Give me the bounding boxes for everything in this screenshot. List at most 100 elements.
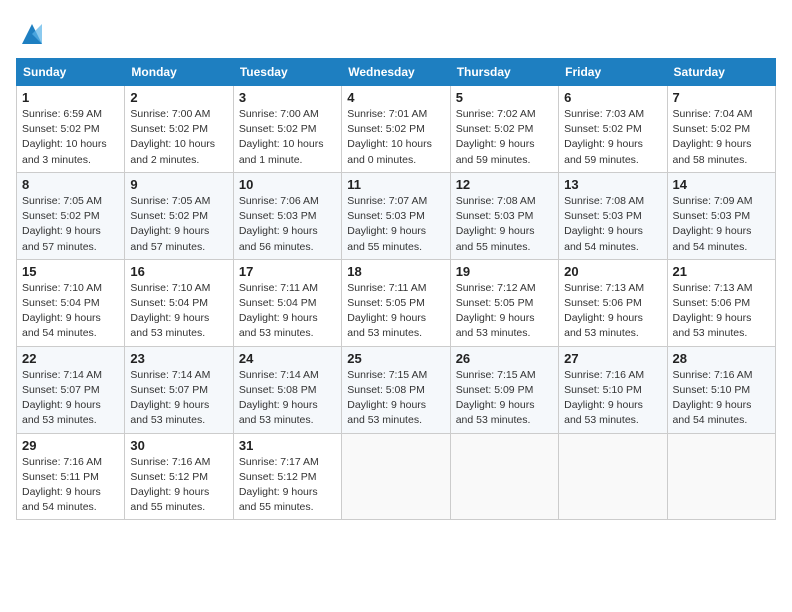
calendar-cell: 12 Sunrise: 7:08 AMSunset: 5:03 PMDaylig… xyxy=(450,172,558,259)
day-detail: Sunrise: 7:15 AMSunset: 5:09 PMDaylight:… xyxy=(456,369,536,427)
calendar-cell: 16 Sunrise: 7:10 AMSunset: 5:04 PMDaylig… xyxy=(125,259,233,346)
calendar-cell: 29 Sunrise: 7:16 AMSunset: 5:11 PMDaylig… xyxy=(17,433,125,520)
day-detail: Sunrise: 7:05 AMSunset: 5:02 PMDaylight:… xyxy=(22,195,102,253)
calendar-cell: 6 Sunrise: 7:03 AMSunset: 5:02 PMDayligh… xyxy=(559,86,667,173)
day-number: 7 xyxy=(673,90,770,105)
calendar-cell xyxy=(559,433,667,520)
day-number: 25 xyxy=(347,351,444,366)
day-number: 4 xyxy=(347,90,444,105)
day-number: 31 xyxy=(239,438,336,453)
day-detail: Sunrise: 7:13 AMSunset: 5:06 PMDaylight:… xyxy=(673,282,753,340)
calendar-cell xyxy=(667,433,775,520)
day-detail: Sunrise: 7:16 AMSunset: 5:10 PMDaylight:… xyxy=(673,369,753,427)
day-detail: Sunrise: 7:10 AMSunset: 5:04 PMDaylight:… xyxy=(130,282,210,340)
day-number: 30 xyxy=(130,438,227,453)
calendar-cell: 8 Sunrise: 7:05 AMSunset: 5:02 PMDayligh… xyxy=(17,172,125,259)
calendar-week-3: 15 Sunrise: 7:10 AMSunset: 5:04 PMDaylig… xyxy=(17,259,776,346)
calendar-cell xyxy=(450,433,558,520)
calendar-week-4: 22 Sunrise: 7:14 AMSunset: 5:07 PMDaylig… xyxy=(17,346,776,433)
day-detail: Sunrise: 7:16 AMSunset: 5:10 PMDaylight:… xyxy=(564,369,644,427)
day-number: 21 xyxy=(673,264,770,279)
calendar-cell: 14 Sunrise: 7:09 AMSunset: 5:03 PMDaylig… xyxy=(667,172,775,259)
day-detail: Sunrise: 6:59 AMSunset: 5:02 PMDaylight:… xyxy=(22,108,107,166)
day-detail: Sunrise: 7:14 AMSunset: 5:08 PMDaylight:… xyxy=(239,369,319,427)
calendar-cell: 1 Sunrise: 6:59 AMSunset: 5:02 PMDayligh… xyxy=(17,86,125,173)
calendar-header-monday: Monday xyxy=(125,59,233,86)
day-detail: Sunrise: 7:13 AMSunset: 5:06 PMDaylight:… xyxy=(564,282,644,340)
calendar-cell: 27 Sunrise: 7:16 AMSunset: 5:10 PMDaylig… xyxy=(559,346,667,433)
calendar-cell: 21 Sunrise: 7:13 AMSunset: 5:06 PMDaylig… xyxy=(667,259,775,346)
day-number: 2 xyxy=(130,90,227,105)
day-number: 27 xyxy=(564,351,661,366)
calendar-cell: 22 Sunrise: 7:14 AMSunset: 5:07 PMDaylig… xyxy=(17,346,125,433)
day-number: 13 xyxy=(564,177,661,192)
calendar-cell: 30 Sunrise: 7:16 AMSunset: 5:12 PMDaylig… xyxy=(125,433,233,520)
day-detail: Sunrise: 7:00 AMSunset: 5:02 PMDaylight:… xyxy=(130,108,215,166)
calendar-cell: 18 Sunrise: 7:11 AMSunset: 5:05 PMDaylig… xyxy=(342,259,450,346)
day-detail: Sunrise: 7:05 AMSunset: 5:02 PMDaylight:… xyxy=(130,195,210,253)
day-detail: Sunrise: 7:09 AMSunset: 5:03 PMDaylight:… xyxy=(673,195,753,253)
calendar-cell: 4 Sunrise: 7:01 AMSunset: 5:02 PMDayligh… xyxy=(342,86,450,173)
day-detail: Sunrise: 7:02 AMSunset: 5:02 PMDaylight:… xyxy=(456,108,536,166)
day-number: 10 xyxy=(239,177,336,192)
day-number: 23 xyxy=(130,351,227,366)
calendar-header-row: SundayMondayTuesdayWednesdayThursdayFrid… xyxy=(17,59,776,86)
day-number: 26 xyxy=(456,351,553,366)
day-detail: Sunrise: 7:08 AMSunset: 5:03 PMDaylight:… xyxy=(456,195,536,253)
day-detail: Sunrise: 7:08 AMSunset: 5:03 PMDaylight:… xyxy=(564,195,644,253)
calendar-header-saturday: Saturday xyxy=(667,59,775,86)
calendar-cell: 19 Sunrise: 7:12 AMSunset: 5:05 PMDaylig… xyxy=(450,259,558,346)
calendar-cell: 31 Sunrise: 7:17 AMSunset: 5:12 PMDaylig… xyxy=(233,433,341,520)
calendar-week-2: 8 Sunrise: 7:05 AMSunset: 5:02 PMDayligh… xyxy=(17,172,776,259)
calendar-week-1: 1 Sunrise: 6:59 AMSunset: 5:02 PMDayligh… xyxy=(17,86,776,173)
calendar-header-friday: Friday xyxy=(559,59,667,86)
calendar-cell: 28 Sunrise: 7:16 AMSunset: 5:10 PMDaylig… xyxy=(667,346,775,433)
day-number: 15 xyxy=(22,264,119,279)
day-number: 9 xyxy=(130,177,227,192)
day-number: 3 xyxy=(239,90,336,105)
day-number: 6 xyxy=(564,90,661,105)
calendar-cell: 26 Sunrise: 7:15 AMSunset: 5:09 PMDaylig… xyxy=(450,346,558,433)
calendar-cell: 11 Sunrise: 7:07 AMSunset: 5:03 PMDaylig… xyxy=(342,172,450,259)
day-number: 29 xyxy=(22,438,119,453)
logo xyxy=(16,20,46,48)
day-detail: Sunrise: 7:12 AMSunset: 5:05 PMDaylight:… xyxy=(456,282,536,340)
day-detail: Sunrise: 7:14 AMSunset: 5:07 PMDaylight:… xyxy=(130,369,210,427)
day-detail: Sunrise: 7:11 AMSunset: 5:04 PMDaylight:… xyxy=(239,282,318,340)
day-detail: Sunrise: 7:17 AMSunset: 5:12 PMDaylight:… xyxy=(239,456,319,514)
day-number: 11 xyxy=(347,177,444,192)
calendar-cell: 9 Sunrise: 7:05 AMSunset: 5:02 PMDayligh… xyxy=(125,172,233,259)
day-detail: Sunrise: 7:10 AMSunset: 5:04 PMDaylight:… xyxy=(22,282,102,340)
calendar-cell xyxy=(342,433,450,520)
calendar-cell: 20 Sunrise: 7:13 AMSunset: 5:06 PMDaylig… xyxy=(559,259,667,346)
calendar-cell: 15 Sunrise: 7:10 AMSunset: 5:04 PMDaylig… xyxy=(17,259,125,346)
day-detail: Sunrise: 7:16 AMSunset: 5:12 PMDaylight:… xyxy=(130,456,210,514)
day-detail: Sunrise: 7:14 AMSunset: 5:07 PMDaylight:… xyxy=(22,369,102,427)
calendar-cell: 2 Sunrise: 7:00 AMSunset: 5:02 PMDayligh… xyxy=(125,86,233,173)
day-detail: Sunrise: 7:01 AMSunset: 5:02 PMDaylight:… xyxy=(347,108,432,166)
day-number: 16 xyxy=(130,264,227,279)
day-detail: Sunrise: 7:04 AMSunset: 5:02 PMDaylight:… xyxy=(673,108,753,166)
calendar-header-thursday: Thursday xyxy=(450,59,558,86)
day-detail: Sunrise: 7:15 AMSunset: 5:08 PMDaylight:… xyxy=(347,369,427,427)
day-number: 14 xyxy=(673,177,770,192)
calendar-table: SundayMondayTuesdayWednesdayThursdayFrid… xyxy=(16,58,776,520)
page-header xyxy=(16,16,776,48)
day-number: 8 xyxy=(22,177,119,192)
logo-icon xyxy=(18,20,46,48)
day-number: 22 xyxy=(22,351,119,366)
day-number: 1 xyxy=(22,90,119,105)
calendar-cell: 24 Sunrise: 7:14 AMSunset: 5:08 PMDaylig… xyxy=(233,346,341,433)
day-detail: Sunrise: 7:16 AMSunset: 5:11 PMDaylight:… xyxy=(22,456,102,514)
calendar-cell: 13 Sunrise: 7:08 AMSunset: 5:03 PMDaylig… xyxy=(559,172,667,259)
day-number: 19 xyxy=(456,264,553,279)
calendar-cell: 3 Sunrise: 7:00 AMSunset: 5:02 PMDayligh… xyxy=(233,86,341,173)
day-detail: Sunrise: 7:00 AMSunset: 5:02 PMDaylight:… xyxy=(239,108,324,166)
calendar-cell: 7 Sunrise: 7:04 AMSunset: 5:02 PMDayligh… xyxy=(667,86,775,173)
calendar-header-wednesday: Wednesday xyxy=(342,59,450,86)
day-number: 18 xyxy=(347,264,444,279)
calendar-cell: 23 Sunrise: 7:14 AMSunset: 5:07 PMDaylig… xyxy=(125,346,233,433)
day-number: 28 xyxy=(673,351,770,366)
calendar-header-sunday: Sunday xyxy=(17,59,125,86)
calendar-cell: 10 Sunrise: 7:06 AMSunset: 5:03 PMDaylig… xyxy=(233,172,341,259)
